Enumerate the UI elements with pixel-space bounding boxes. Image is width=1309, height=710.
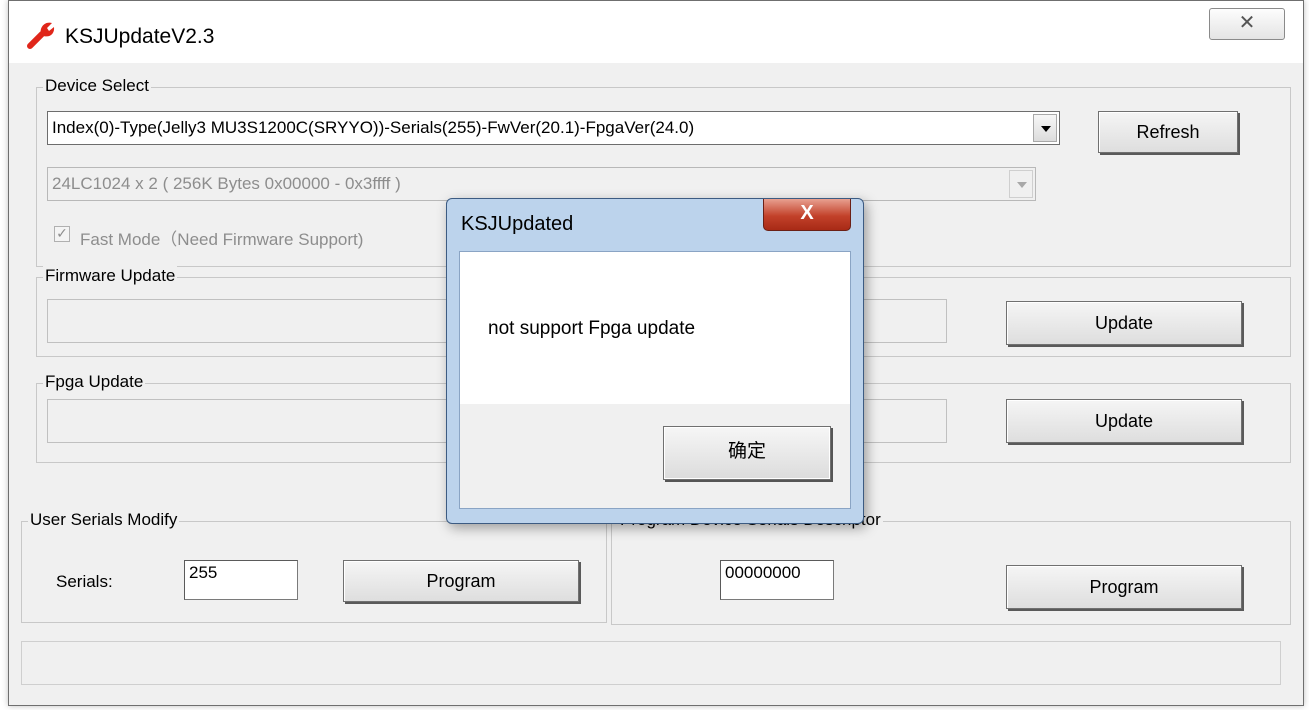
dialog-content: not support Fpga update 确定 <box>459 251 851 509</box>
fast-mode-label: Fast Mode（Need Firmware Support) <box>80 230 364 249</box>
refresh-button[interactable]: Refresh <box>1098 111 1238 153</box>
firmware-update-title: Firmware Update <box>43 266 178 286</box>
device-select-title: Device Select <box>43 76 151 96</box>
status-bar <box>21 641 1281 685</box>
title-bar[interactable]: KSJUpdateV2.3 ✕ <box>9 1 1303 63</box>
fast-mode-checkbox[interactable]: ✓ <box>54 226 70 242</box>
eeprom-combo: 24LC1024 x 2 ( 256K Bytes 0x00000 - 0x3f… <box>47 167 1036 201</box>
device-combo-value: Index(0)-Type(Jelly3 MU3S1200C(SRYYO))-S… <box>52 118 695 137</box>
ok-button[interactable]: 确定 <box>663 426 831 480</box>
serials-label: Serials: <box>56 572 113 591</box>
fpga-update-button[interactable]: Update <box>1006 399 1242 443</box>
dropdown-arrow-icon <box>1009 170 1033 198</box>
dropdown-arrow-icon[interactable] <box>1033 114 1057 142</box>
serials-input[interactable]: 255 <box>184 560 298 600</box>
device-combo[interactable]: Index(0)-Type(Jelly3 MU3S1200C(SRYYO))-S… <box>47 111 1060 145</box>
firmware-update-button[interactable]: Update <box>1006 301 1242 345</box>
user-serials-title: User Serials Modify <box>28 510 180 530</box>
dialog-title: KSJUpdated <box>461 213 574 235</box>
wrench-icon <box>27 22 55 49</box>
window-title: KSJUpdateV2.3 <box>65 25 215 48</box>
serials-program-button[interactable]: Program <box>343 560 579 602</box>
dialog-message: not support Fpga update <box>488 318 696 339</box>
message-dialog: KSJUpdated X not support Fpga update 确定 <box>446 198 864 524</box>
window-close-button[interactable]: ✕ <box>1209 8 1285 40</box>
dialog-close-button[interactable]: X <box>763 199 851 231</box>
descriptor-program-button[interactable]: Program <box>1006 565 1242 609</box>
eeprom-combo-value: 24LC1024 x 2 ( 256K Bytes 0x00000 - 0x3f… <box>52 174 401 193</box>
descriptor-input[interactable]: 00000000 <box>720 560 834 600</box>
dialog-footer: 确定 <box>460 404 850 508</box>
fpga-update-title: Fpga Update <box>43 372 146 392</box>
